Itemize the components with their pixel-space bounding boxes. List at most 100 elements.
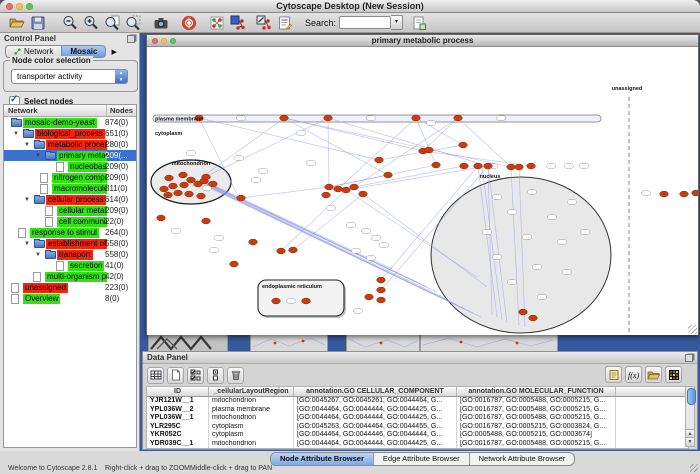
graph-node[interactable]: [185, 191, 194, 197]
layout-button[interactable]: [207, 14, 226, 32]
tab-overflow-arrow-icon[interactable]: ▶: [111, 48, 116, 56]
background-window-fragment[interactable]: [420, 334, 558, 352]
network-window-titlebar[interactable]: primary metabolic process: [147, 35, 698, 47]
graph-node[interactable]: [324, 115, 333, 121]
tree-item[interactable]: unassigned223(0): [4, 282, 136, 293]
table-row[interactable]: YPL036W__1mitochondrion[GO:0044464, GO:0…: [147, 414, 688, 423]
float-window-icon[interactable]: [685, 354, 693, 362]
unselect-attributes-button[interactable]: [207, 367, 224, 384]
tree-item[interactable]: macromolecule311(0): [4, 183, 136, 194]
import-attributes-button[interactable]: [645, 366, 662, 383]
column-header[interactable]: annotation.GO MOLECULAR_FUNCTION: [457, 387, 616, 396]
graph-node[interactable]: [680, 191, 689, 197]
graph-node[interactable]: [179, 172, 188, 178]
graph-node[interactable]: [209, 181, 218, 187]
select-attributes-button[interactable]: [187, 367, 204, 384]
formula-button[interactable]: f(x): [625, 366, 642, 383]
graph-edge[interactable]: [199, 118, 379, 160]
zoom-in-button[interactable]: [81, 14, 100, 32]
tree-item[interactable]: response to stimul264(0): [4, 227, 136, 238]
graph-node[interactable]: [342, 187, 351, 193]
maximize-button[interactable]: [170, 38, 176, 44]
graph-node[interactable]: [377, 287, 386, 293]
tree-item[interactable]: ▼cellular process614(0): [4, 194, 136, 205]
open-file-button[interactable]: [7, 14, 26, 32]
graph-edge[interactable]: [207, 118, 328, 176]
graph-node[interactable]: [180, 182, 189, 188]
table-row[interactable]: YJR121W__1mitochondrion[GO:0045267, GO:0…: [147, 397, 688, 406]
column-header[interactable]: _cellularLayoutRegion: [209, 387, 294, 396]
table-row[interactable]: YPL036W__2plasma membrane[GO:0044464, GO…: [147, 406, 688, 415]
graph-node[interactable]: [157, 215, 166, 221]
graph-node[interactable]: [660, 191, 669, 197]
graph-node[interactable]: [202, 218, 211, 224]
attribute-grid-button[interactable]: [147, 367, 164, 384]
search-dropdown-button[interactable]: ▾: [391, 15, 403, 30]
tree-item[interactable]: ▼establishment of lo558(0): [4, 238, 136, 249]
graph-edge[interactable]: [241, 187, 329, 198]
graph-node[interactable]: [169, 183, 178, 189]
graph-node[interactable]: [359, 191, 368, 197]
graph-node[interactable]: [165, 175, 174, 181]
delete-attribute-button[interactable]: [227, 367, 244, 384]
graph-node[interactable]: [484, 163, 493, 169]
graph-node[interactable]: [529, 315, 538, 321]
minimize-button[interactable]: [16, 3, 23, 10]
graph-node[interactable]: [377, 277, 386, 283]
help-button[interactable]: [179, 14, 198, 32]
graph-edge[interactable]: [284, 118, 388, 175]
notes-button[interactable]: [605, 366, 622, 383]
scrollbar-thumb[interactable]: [687, 388, 696, 405]
annotation-button[interactable]: [275, 14, 294, 32]
maximize-button[interactable]: [26, 3, 33, 10]
graph-node[interactable]: [160, 186, 169, 192]
graph-node[interactable]: [375, 157, 384, 163]
background-window-fragment[interactable]: [148, 334, 228, 352]
network-view-window[interactable]: primary metabolic process plasma me: [146, 34, 699, 335]
save-button[interactable]: [28, 14, 47, 32]
new-document-button[interactable]: [409, 14, 428, 32]
graph-node[interactable]: [365, 294, 374, 300]
tree-item[interactable]: cellular metabol209(0): [4, 205, 136, 216]
graph-node[interactable]: [350, 184, 359, 190]
table-scrollbar[interactable]: ▲ ▼: [685, 386, 695, 447]
graph-node[interactable]: [459, 142, 468, 148]
graph-edge[interactable]: [284, 118, 511, 167]
graph-node[interactable]: [272, 298, 281, 304]
vizmapper-edge-button[interactable]: [254, 14, 273, 32]
graph-node[interactable]: [474, 163, 483, 169]
graph-node[interactable]: [412, 115, 421, 121]
column-header[interactable]: annotation.GO CELLULAR_COMPONENT: [294, 387, 457, 396]
graph-node[interactable]: [302, 298, 311, 304]
graph-node[interactable]: [377, 297, 386, 303]
matrix-view-button[interactable]: [665, 366, 682, 383]
vizmapper-node-button[interactable]: [228, 14, 247, 32]
background-window-fragment[interactable]: [346, 334, 420, 352]
tree-item[interactable]: ▼transport558(0): [4, 249, 136, 260]
graph-node[interactable]: [164, 192, 173, 198]
graph-node[interactable]: [454, 115, 463, 121]
close-button[interactable]: [152, 38, 158, 44]
tree-column-nodes[interactable]: Nodes: [106, 105, 133, 116]
graph-node[interactable]: [432, 162, 441, 168]
tree-item[interactable]: multi-organism pro42(0): [4, 271, 136, 282]
graph-node[interactable]: [187, 177, 196, 183]
graph-node[interactable]: [425, 147, 434, 153]
tree-item[interactable]: ▼metabolic process280(0): [4, 139, 136, 150]
column-header[interactable]: ID: [147, 387, 209, 396]
graph-node[interactable]: [334, 186, 343, 192]
zoom-fit-button[interactable]: [102, 14, 121, 32]
graph-node[interactable]: [280, 115, 289, 121]
network-canvas[interactable]: plasma membrane cytoplasm mitochondrion …: [147, 47, 698, 335]
graph-node[interactable]: [322, 192, 331, 198]
window-titlebar[interactable]: Cytoscape Desktop (New Session): [0, 0, 700, 13]
tree-column-network[interactable]: Network: [8, 105, 38, 116]
graph-node[interactable]: [197, 193, 206, 199]
graph-edge[interactable]: [329, 175, 388, 187]
snapshot-button[interactable]: [151, 14, 170, 32]
graph-node[interactable]: [384, 172, 393, 178]
table-row[interactable]: YKR052Ccytoplasm[GO:0044464, GO:0044446,…: [147, 431, 688, 440]
plasma-membrane-band[interactable]: [153, 115, 601, 122]
graph-node[interactable]: [249, 239, 258, 245]
graph-node[interactable]: [692, 190, 698, 196]
